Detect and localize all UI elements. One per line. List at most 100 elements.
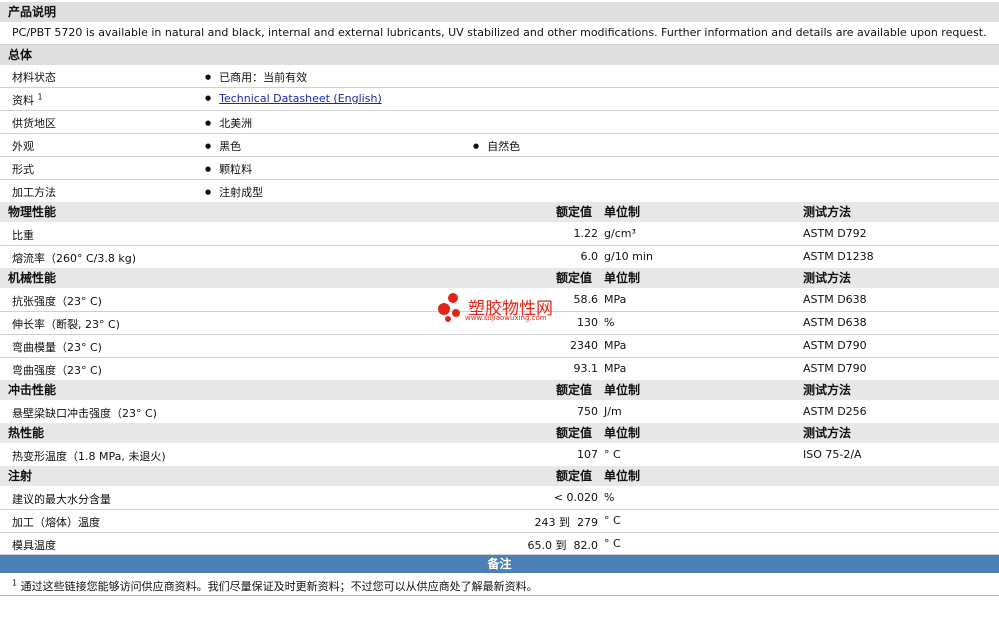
property-unit: ° C (604, 537, 621, 550)
table-row: 加工（熔体）温度 243 到 279 ° C (0, 510, 999, 533)
column-header-unit: 单位制 (604, 426, 641, 440)
section-header-thermal: 热性能 额定值 单位制 测试方法 (0, 423, 999, 443)
test-method: ASTM D790 (803, 339, 867, 352)
property-value: 颗粒料 (205, 161, 252, 177)
section-title: 物理性能 (8, 205, 57, 219)
property-value: 6.0 (580, 250, 599, 263)
property-value: 1.22 (573, 227, 599, 240)
property-unit: g/cm³ (604, 227, 636, 240)
table-row: 弯曲强度（23° C) 93.1 MPa ASTM D790 (0, 358, 999, 381)
property-name: 悬壁梁缺口冲击强度（23° C) (12, 407, 157, 420)
column-header-nominal: 额定值 (556, 383, 593, 397)
column-header-method: 测试方法 (803, 383, 852, 397)
property-value: 已商用：当前有效 (205, 69, 307, 85)
property-value: 2340 (570, 339, 598, 352)
property-name: 弯曲模量（23° C) (12, 341, 102, 354)
section-header-mechanical: 机械性能 额定值 单位制 测试方法 (0, 268, 999, 288)
table-row: 模具温度 65.0 到 82.0 ° C (0, 533, 999, 555)
property-value: 58.6 (573, 293, 599, 306)
section-title: 机械性能 (8, 271, 57, 285)
footnote-marker: 1 (37, 92, 43, 102)
property-name: 弯曲强度（23° C) (12, 364, 102, 377)
general-row-status: 材料状态 已商用：当前有效 (0, 65, 999, 88)
property-value: 北美洲 (205, 115, 252, 131)
watermark-url: www.sujiaowuxing.com (465, 314, 547, 322)
property-name: 加工（熔体）温度 (12, 516, 100, 529)
watermark-dots-icon (438, 293, 460, 322)
notes-text: 1 通过这些链接您能够访问供应商资料。我们尽量保证及时更新资料；不过您可以从供应… (12, 578, 538, 593)
property-value: < 0.020 (553, 491, 598, 504)
table-row: 熔流率（260° C/3.8 kg) 6.0 g/10 min ASTM D12… (0, 246, 999, 269)
column-header-unit: 单位制 (604, 383, 641, 397)
property-value: 107 (577, 448, 598, 461)
property-label: 外观 (12, 140, 34, 153)
general-row-form: 形式 颗粒料 (0, 157, 999, 180)
property-value: 65.0 到 82.0 (527, 539, 598, 552)
property-value: 243 到 279 (534, 516, 598, 529)
test-method: ASTM D256 (803, 405, 867, 418)
property-name: 建议的最大水分含量 (12, 493, 111, 506)
column-header-method: 测试方法 (803, 205, 852, 219)
section-title: 热性能 (8, 426, 45, 440)
datasheet-page: 产品说明 PC/PBT 5720 is available in natural… (0, 0, 999, 620)
notes-title: 备注 (487, 557, 512, 571)
column-header-nominal: 额定值 (556, 205, 593, 219)
property-label: 形式 (12, 163, 34, 176)
test-method: ASTM D638 (803, 316, 867, 329)
property-label: 材料状态 (12, 71, 56, 84)
technical-datasheet-link[interactable]: Technical Datasheet (English) (219, 92, 382, 105)
footnote-marker: 1 (12, 578, 18, 588)
column-header-method: 测试方法 (803, 271, 852, 285)
property-name: 热变形温度（1.8 MPa, 未退火) (12, 450, 166, 463)
property-label: 加工方法 (12, 186, 56, 199)
section-header-impact: 冲击性能 额定值 单位制 测试方法 (0, 380, 999, 400)
property-unit: J/m (604, 405, 622, 418)
column-header-unit: 单位制 (604, 469, 641, 483)
test-method: ASTM D792 (803, 227, 867, 240)
description-row: PC/PBT 5720 is available in natural and … (0, 22, 999, 45)
section-header-general: 总体 (0, 45, 999, 65)
column-header-nominal: 额定值 (556, 469, 593, 483)
section-title: 总体 (8, 48, 33, 62)
table-row: 热变形温度（1.8 MPa, 未退火) 107 ° C ISO 75-2/A (0, 444, 999, 467)
property-name: 抗张强度（23° C) (12, 295, 102, 308)
property-unit: % (604, 491, 615, 504)
property-label: 供货地区 (12, 117, 56, 130)
table-row: 建议的最大水分含量 < 0.020 % (0, 487, 999, 510)
property-value: Technical Datasheet (English) (205, 92, 382, 105)
section-header-injection: 注射 额定值 单位制 (0, 466, 999, 486)
test-method: ISO 75-2/A (803, 448, 862, 461)
general-row-process: 加工方法 注射成型 (0, 180, 999, 203)
property-unit: MPa (604, 339, 627, 352)
general-row-appearance: 外观 黑色 自然色 (0, 134, 999, 157)
property-unit: ° C (604, 448, 621, 461)
section-title: 冲击性能 (8, 383, 57, 397)
property-value: 自然色 (473, 138, 520, 154)
property-value: 黑色 (205, 138, 241, 154)
property-name: 比重 (12, 229, 34, 242)
property-unit: MPa (604, 362, 627, 375)
column-header-nominal: 额定值 (556, 426, 593, 440)
column-header-nominal: 额定值 (556, 271, 593, 285)
property-label: 资料 1 (12, 92, 43, 107)
property-unit: % (604, 316, 615, 329)
property-name: 熔流率（260° C/3.8 kg) (12, 252, 137, 265)
property-name: 模具温度 (12, 539, 56, 552)
property-value: 93.1 (573, 362, 599, 375)
section-title: 产品说明 (8, 5, 57, 19)
general-row-region: 供货地区 北美洲 (0, 111, 999, 134)
test-method: ASTM D790 (803, 362, 867, 375)
property-unit: ° C (604, 514, 621, 527)
property-value: 注射成型 (205, 184, 263, 200)
column-header-method: 测试方法 (803, 426, 852, 440)
property-unit: MPa (604, 293, 627, 306)
notes-row: 1 通过这些链接您能够访问供应商资料。我们尽量保证及时更新资料；不过您可以从供应… (0, 574, 999, 596)
description-text: PC/PBT 5720 is available in natural and … (12, 26, 987, 39)
test-method: ASTM D638 (803, 293, 867, 306)
test-method: ASTM D1238 (803, 250, 874, 263)
property-value: 750 (577, 405, 598, 418)
section-header-physical: 物理性能 额定值 单位制 测试方法 (0, 202, 999, 222)
property-value: 130 (577, 316, 598, 329)
column-header-unit: 单位制 (604, 271, 641, 285)
general-row-docs: 资料 1 Technical Datasheet (English) (0, 88, 999, 111)
